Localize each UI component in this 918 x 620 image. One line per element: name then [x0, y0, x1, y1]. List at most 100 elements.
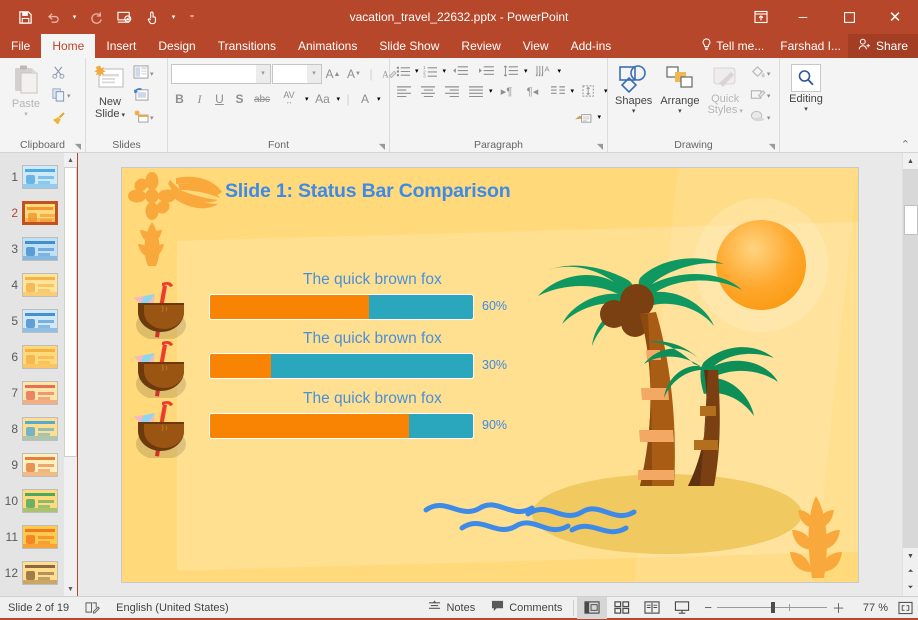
numbering-dropdown-icon[interactable]: ▾	[443, 68, 447, 75]
maximize-button[interactable]	[826, 0, 872, 34]
shape-outline-button[interactable]: ▾	[748, 85, 773, 106]
change-case-button[interactable]: Aa	[312, 92, 334, 106]
tab-file[interactable]: File	[0, 34, 42, 58]
arrange-button[interactable]: Arrange ▾	[656, 62, 703, 115]
language-indicator[interactable]: English (United States)	[108, 597, 237, 619]
tell-me-box[interactable]: Tell me...	[692, 34, 773, 58]
progress-bar-track[interactable]	[209, 412, 474, 439]
undo-dropdown-icon[interactable]: ▾	[68, 5, 81, 29]
new-slide-dropdown-icon[interactable]: ▾	[120, 112, 125, 119]
status-bar-label[interactable]: The quick brown fox	[303, 271, 442, 289]
paste-button[interactable]: Paste ▾	[3, 62, 49, 118]
zoom-handle[interactable]	[770, 602, 775, 613]
paragraph-dialog-launcher[interactable]: ◥	[597, 142, 603, 151]
text-direction-button[interactable]: A	[532, 64, 556, 78]
format-painter-button[interactable]	[49, 107, 73, 128]
shape-outline-dropdown-icon[interactable]: ▾	[767, 93, 771, 100]
decrease-indent-button[interactable]	[448, 65, 472, 78]
slide-counter[interactable]: Slide 2 of 19	[0, 597, 77, 619]
italic-button[interactable]: I	[191, 92, 208, 107]
status-bar-row[interactable]: The quick brown fox 90%	[122, 390, 858, 464]
shapes-button[interactable]: Shapes ▾	[611, 62, 656, 115]
shadow-button[interactable]: S	[231, 92, 248, 106]
ribbon-display-options-icon[interactable]	[742, 0, 780, 34]
slide-title[interactable]: Slide 1: Status Bar Comparison	[225, 180, 511, 203]
font-size-dropdown-icon[interactable]: ▾	[307, 65, 321, 83]
font-name-box[interactable]: ▾	[171, 64, 271, 84]
collapse-ribbon-icon[interactable]: ⌃	[901, 138, 910, 151]
tab-slide-show[interactable]: Slide Show	[368, 34, 450, 58]
arrange-dropdown-icon[interactable]: ▾	[678, 108, 682, 115]
thumbnail-scroll-down-icon[interactable]: ▼	[64, 582, 77, 596]
progress-bar-percent[interactable]: 90%	[482, 418, 507, 432]
progress-bar-percent[interactable]: 30%	[482, 358, 507, 372]
thumbnail-preview[interactable]	[22, 561, 58, 585]
numbering-button[interactable]: 123	[421, 65, 441, 78]
slide-show-view-button[interactable]	[667, 597, 697, 619]
shape-fill-dropdown-icon[interactable]: ▾	[767, 71, 771, 78]
justify-dropdown-icon[interactable]: ▾	[489, 88, 493, 95]
zoom-out-button[interactable]: −	[704, 600, 712, 615]
thumbnail-preview[interactable]	[22, 489, 58, 513]
strikethrough-button[interactable]: abc	[251, 94, 273, 105]
character-spacing-button[interactable]: AV ↔	[276, 91, 302, 107]
font-dialog-launcher[interactable]: ◥	[379, 142, 385, 151]
tab-transitions[interactable]: Transitions	[207, 34, 287, 58]
columns-button[interactable]	[547, 85, 569, 97]
underline-button[interactable]: U	[211, 92, 228, 106]
cut-button[interactable]	[49, 63, 73, 84]
quick-styles-button[interactable]: Quick Styles ▾	[703, 62, 746, 116]
slide-sorter-view-button[interactable]	[607, 597, 637, 619]
slide-editing-area[interactable]: Slide 1: Status Bar Comparison The quick…	[78, 153, 902, 596]
text-direction-dropdown-icon[interactable]: ▾	[558, 68, 562, 75]
change-case-dropdown-icon[interactable]: ▾	[337, 96, 341, 103]
minimize-button[interactable]: ─	[780, 0, 826, 34]
tab-home[interactable]: Home	[41, 34, 96, 58]
previous-slide-icon[interactable]: ⏶	[903, 564, 918, 580]
bullets-button[interactable]	[393, 65, 413, 78]
thumbnail-preview[interactable]	[22, 345, 58, 369]
layout-dropdown-icon[interactable]: ▾	[150, 71, 154, 78]
undo-icon[interactable]	[40, 5, 66, 29]
thumbnail-preview[interactable]	[22, 417, 58, 441]
tab-animations[interactable]: Animations	[287, 34, 368, 58]
close-button[interactable]: ✕	[872, 0, 918, 34]
shape-effects-button[interactable]: ▾	[748, 107, 773, 128]
scroll-track[interactable]	[902, 169, 918, 548]
touch-mode-icon[interactable]	[139, 5, 165, 29]
tab-review[interactable]: Review	[450, 34, 511, 58]
thumbnail-preview[interactable]	[22, 165, 58, 189]
convert-smartart-dropdown-icon[interactable]: ▾	[597, 114, 601, 121]
thumbnail-preview[interactable]	[22, 525, 58, 549]
align-center-button[interactable]	[417, 85, 439, 97]
user-account-label[interactable]: Farshad I...	[773, 34, 848, 58]
increase-indent-button[interactable]	[474, 65, 498, 78]
copy-dropdown-icon[interactable]: ▾	[67, 93, 71, 100]
progress-bar-track[interactable]	[209, 352, 474, 379]
shape-fill-button[interactable]: ▾	[748, 63, 773, 84]
layout-button[interactable]: ▾	[131, 63, 156, 84]
notes-button[interactable]: Notes	[420, 597, 483, 619]
thumbnail-preview[interactable]	[22, 381, 58, 405]
drawing-dialog-launcher[interactable]: ◥	[769, 142, 775, 151]
align-left-button[interactable]	[393, 85, 415, 97]
thumbnail-preview[interactable]	[22, 237, 58, 261]
share-button[interactable]: Share	[847, 34, 918, 58]
editing-dropdown-icon[interactable]: ▾	[804, 106, 808, 113]
zoom-track[interactable]	[716, 602, 827, 613]
save-icon[interactable]	[12, 5, 38, 29]
thumbnail-scroll-thumb[interactable]	[64, 167, 77, 457]
rtl-text-button[interactable]: ¶◂	[521, 85, 545, 98]
bold-button[interactable]: B	[171, 92, 188, 106]
section-button[interactable]: ▾	[131, 107, 156, 128]
clipboard-dialog-launcher[interactable]: ◥	[75, 142, 81, 151]
fit-slide-to-window-button[interactable]	[892, 597, 918, 619]
font-color-dropdown-icon[interactable]: ▾	[377, 96, 381, 103]
section-dropdown-icon[interactable]: ▾	[150, 115, 154, 122]
editing-button[interactable]: Editing ▾	[783, 62, 829, 113]
progress-bar-track[interactable]	[209, 293, 474, 320]
scroll-thumb[interactable]	[903, 205, 918, 235]
status-bar-label[interactable]: The quick brown fox	[303, 390, 442, 408]
shape-effects-dropdown-icon[interactable]: ▾	[767, 115, 771, 122]
font-size-box[interactable]: ▾	[272, 64, 322, 84]
